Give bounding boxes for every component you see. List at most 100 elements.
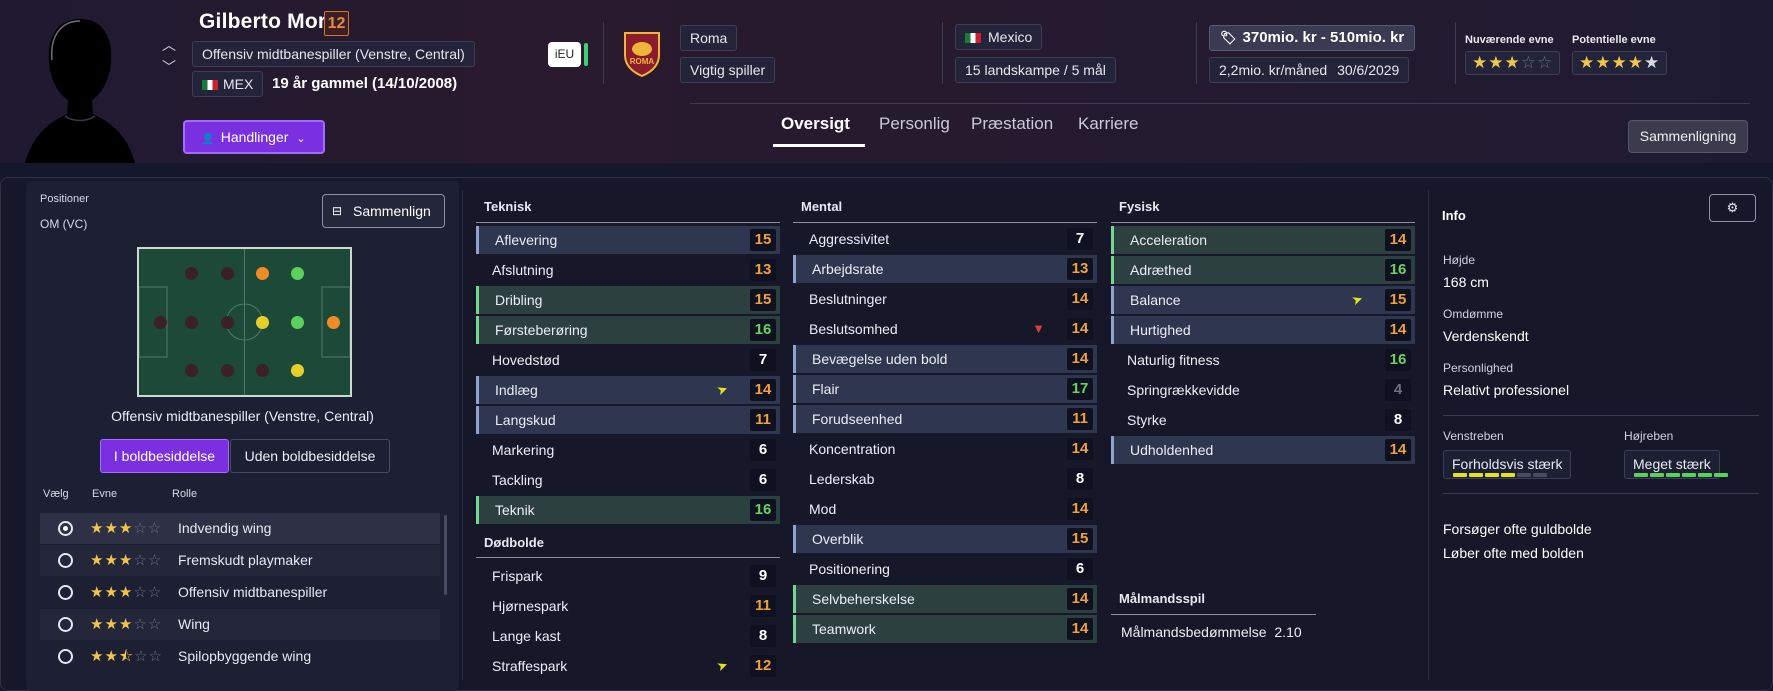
- attribute-row[interactable]: Hurtighed 14: [1111, 316, 1415, 344]
- attribute-row[interactable]: Aflevering 15: [476, 226, 780, 254]
- attribute-row[interactable]: Lange kast 8: [476, 622, 780, 650]
- chevron-up-icon[interactable]: ︿: [160, 34, 178, 56]
- radio-unselected[interactable]: [58, 553, 73, 568]
- attribute-row[interactable]: Beslutninger 14: [793, 285, 1097, 313]
- attribute-row[interactable]: Teamwork 14: [793, 615, 1097, 643]
- attribute-row[interactable]: Markering 6: [476, 436, 780, 464]
- foot-strength-segment: [1714, 473, 1728, 477]
- attribute-row[interactable]: Forudseenhed 11: [793, 405, 1097, 433]
- tag-icon: 🏷: [1220, 30, 1237, 45]
- attribute-value: 16: [1385, 259, 1411, 281]
- height-value: 168 cm: [1443, 274, 1489, 290]
- attribute-row[interactable]: Hjørnespark 11: [476, 592, 780, 620]
- attribute-row[interactable]: Førsteberøring 16: [476, 316, 780, 344]
- divider: [1196, 22, 1197, 84]
- compare-button[interactable]: ⊟ Sammenlign: [322, 194, 445, 228]
- attribute-value: 14: [1067, 288, 1093, 310]
- role-stars: ★★★☆☆: [90, 552, 163, 569]
- attribute-row[interactable]: Indlæg ➤ 14: [476, 376, 780, 404]
- attribute-row[interactable]: Dribling 15: [476, 286, 780, 314]
- positions-value: OM (VC): [40, 217, 88, 231]
- attribute-row[interactable]: Udholdenhed 14: [1111, 436, 1415, 464]
- attribute-row[interactable]: Flair 17: [793, 375, 1097, 403]
- attribute-row[interactable]: Beslutsomhed ▼ 14: [793, 315, 1097, 343]
- attribute-row[interactable]: Positionering 6: [793, 555, 1097, 583]
- role-row[interactable]: ★★★☆☆ Offensiv midtbanespiller: [40, 577, 440, 608]
- nation-chip[interactable]: Mexico: [955, 24, 1043, 50]
- attribute-row[interactable]: Straffespark ➤ 12: [476, 652, 780, 680]
- tab-personal[interactable]: Personlig: [879, 114, 950, 134]
- roles-scrollbar[interactable]: [444, 515, 447, 595]
- radio-unselected[interactable]: [58, 649, 73, 664]
- attribute-value: 13: [1067, 258, 1093, 280]
- person-settings-icon[interactable]: ⚙: [1709, 194, 1756, 222]
- attribute-row[interactable]: Teknik 16: [476, 496, 780, 524]
- radio-unselected[interactable]: [58, 617, 73, 632]
- pitch-position-dot: [221, 316, 234, 329]
- reputation-value: Verdenskendt: [1443, 328, 1529, 344]
- out-of-possession-toggle[interactable]: Uden boldbesiddelse: [230, 439, 390, 473]
- attribute-name: Dribling: [495, 292, 543, 308]
- info-divider: [1443, 415, 1759, 416]
- attribute-row[interactable]: Adræthed 16: [1111, 256, 1415, 284]
- attribute-row[interactable]: Hovedstød 7: [476, 346, 780, 374]
- position-chip: Offensiv midtbanespiller (Venstre, Centr…: [192, 41, 475, 67]
- club-crest-icon[interactable]: ROMA: [623, 29, 661, 77]
- nationality-chip[interactable]: MEX: [192, 71, 264, 97]
- attribute-name: Balance: [1130, 292, 1181, 308]
- attribute-row[interactable]: Tackling 6: [476, 466, 780, 494]
- player-name: Gilberto Mora: [199, 10, 339, 33]
- attribute-row[interactable]: Balance ➤ 15: [1111, 286, 1415, 314]
- radio-selected[interactable]: [58, 521, 73, 536]
- attribute-row[interactable]: Afslutning 13: [476, 256, 780, 284]
- mexico-flag-icon: [202, 80, 218, 90]
- role-row[interactable]: ★★★☆☆ Indvendig wing: [40, 513, 440, 544]
- role-row[interactable]: ★★⯪☆☆ Spilopbyggende wing: [40, 641, 440, 672]
- attribute-name: Overblik: [812, 531, 864, 547]
- tab-performance[interactable]: Præstation: [971, 114, 1053, 134]
- pitch-position-dot: [154, 316, 167, 329]
- foot-strength-segment: [1501, 473, 1515, 477]
- comparison-button[interactable]: Sammenligning: [1628, 120, 1748, 153]
- trait-item: Løber ofte med bolden: [1443, 545, 1584, 561]
- attribute-row[interactable]: Lederskab 8: [793, 465, 1097, 493]
- section-divider: [1111, 614, 1316, 615]
- tab-career[interactable]: Karriere: [1078, 114, 1138, 134]
- attribute-row[interactable]: Styrke 8: [1111, 406, 1415, 434]
- attribute-name: Aggressivitet: [809, 231, 890, 247]
- divider: [942, 22, 943, 84]
- radio-unselected[interactable]: [58, 585, 73, 600]
- attribute-row[interactable]: Koncentration 14: [793, 435, 1097, 463]
- attribute-row[interactable]: Mod 14: [793, 495, 1097, 523]
- tab-overview[interactable]: Oversigt: [781, 114, 850, 134]
- foot-strength-segment: [1698, 473, 1712, 477]
- in-possession-toggle[interactable]: I boldbesiddelse: [100, 439, 229, 473]
- attribute-value: 14: [1067, 618, 1093, 640]
- attribute-row[interactable]: Langskud 11: [476, 406, 780, 434]
- attribute-name: Bevægelse uden bold: [812, 351, 948, 367]
- attribute-value: 13: [750, 259, 776, 281]
- attribute-row[interactable]: Arbejdsrate 13: [793, 255, 1097, 283]
- attribute-name: Langskud: [495, 412, 556, 428]
- attribute-row[interactable]: Springrækkevidde 4: [1111, 376, 1415, 404]
- role-row[interactable]: ★★★☆☆ Wing: [40, 609, 440, 640]
- actions-button[interactable]: 👤 Handlinger ⌄: [183, 120, 325, 154]
- attribute-name: Markering: [492, 442, 555, 458]
- attribute-row[interactable]: Naturlig fitness 16: [1111, 346, 1415, 374]
- trait-item: Forsøger ofte guldbolde: [1443, 521, 1592, 537]
- attribute-row[interactable]: Overblik 15: [793, 525, 1097, 553]
- attribute-value: 14: [1385, 439, 1411, 461]
- attribute-row[interactable]: Frispark 9: [476, 562, 780, 590]
- attribute-row[interactable]: Bevægelse uden bold 14: [793, 345, 1097, 373]
- attribute-row[interactable]: Selvbeherskelse 14: [793, 585, 1097, 613]
- chevron-down-icon[interactable]: ﹀: [160, 56, 178, 78]
- attribute-name: Lederskab: [809, 471, 875, 487]
- attribute-name: Hovedstød: [492, 352, 560, 368]
- attribute-row[interactable]: Aggressivitet 7: [793, 225, 1097, 253]
- foot-strength-segment: [1634, 473, 1648, 477]
- attribute-row[interactable]: Acceleration 14: [1111, 226, 1415, 254]
- active-tab-underline: [773, 144, 865, 147]
- role-row[interactable]: ★★★☆☆ Fremskudt playmaker: [40, 545, 440, 576]
- age-text: 19 år gammel (14/10/2008): [272, 75, 458, 92]
- club-name-chip[interactable]: Roma: [680, 25, 738, 51]
